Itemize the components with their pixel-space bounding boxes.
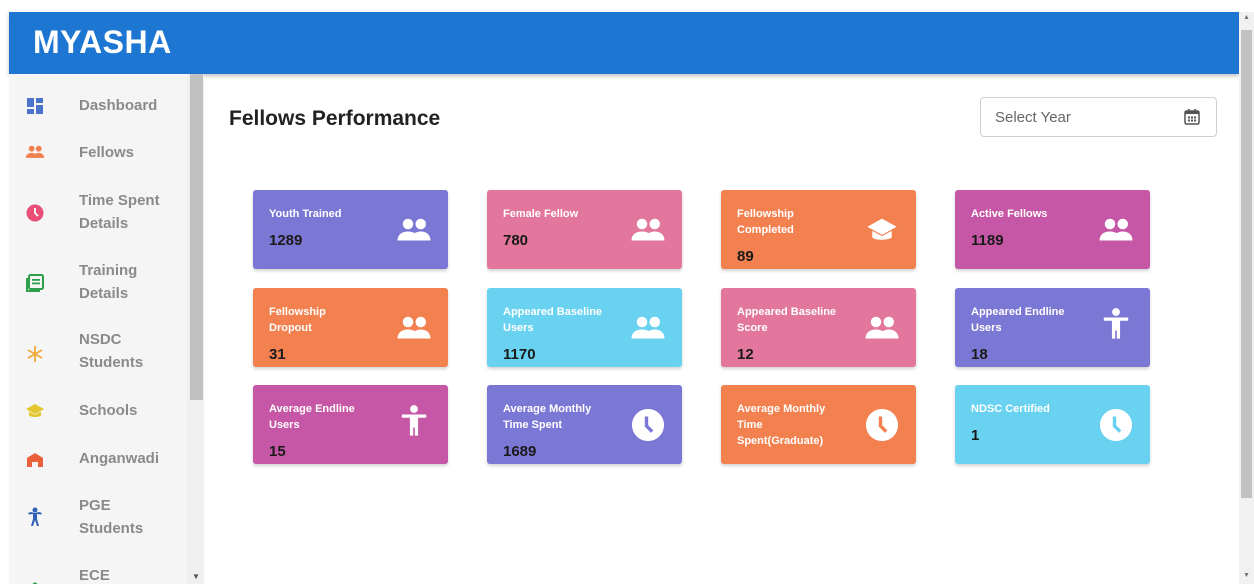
card-label: Fellowship Dropout <box>269 306 326 334</box>
clock-icon <box>630 407 666 443</box>
person-icon <box>1098 306 1134 342</box>
card-value: 780 <box>503 232 529 249</box>
sidebar-item-label: NSDC Students <box>79 331 144 371</box>
sidebar-item-nsdc[interactable]: NSDC Students <box>9 328 187 374</box>
card-label: Average Monthly Time Spent(Graduate) <box>737 403 826 447</box>
people-icon <box>1098 212 1134 248</box>
graduation-cap-icon <box>25 401 45 421</box>
sidebar-item-label: Time Spent Details <box>79 192 160 232</box>
clock-icon <box>1098 407 1134 443</box>
card-label: Average Endline Users <box>269 403 355 431</box>
card-value: 1170 <box>503 346 536 363</box>
card-value: 1689 <box>503 443 537 460</box>
sidebar-item-schools[interactable]: Schools <box>9 399 187 422</box>
sidebar-item-training[interactable]: Training Details <box>9 259 187 305</box>
calendar-icon[interactable] <box>1183 108 1201 126</box>
card-label: Fellowship Completed <box>737 208 794 236</box>
stat-card-fellowship-dropout[interactable]: Fellowship Dropout 31 <box>253 288 448 367</box>
stat-card-active-fellows[interactable]: Active Fellows 1189 <box>955 190 1150 269</box>
snowflake-icon <box>25 344 45 364</box>
select-year-placeholder: Select Year <box>995 109 1071 126</box>
page: MYASHA Dashboard Fellows Time Spent Deta… <box>0 0 1254 584</box>
stat-card-youth-trained[interactable]: Youth Trained 1289 <box>253 190 448 269</box>
sidebar-item-pge[interactable]: PGE Students <box>9 494 187 540</box>
card-label: Appeared Baseline Users <box>503 306 603 334</box>
app-brand[interactable]: MYASHA <box>33 24 172 61</box>
stat-card-female-fellow[interactable]: Female Fellow 780 <box>487 190 682 269</box>
app-header: MYASHA <box>9 12 1239 74</box>
card-value: 1289 <box>269 232 303 249</box>
page-title: Fellows Performance <box>229 107 441 130</box>
stat-card-appeared-baseline-users[interactable]: Appeared Baseline Users 1170 <box>487 288 682 367</box>
sidebar-item-label: Fellows <box>79 144 135 161</box>
card-value: 1 <box>971 427 980 444</box>
sidebar-item-label: Training Details <box>79 262 138 302</box>
people-icon <box>25 142 45 162</box>
sidebar-scrollbar-thumb[interactable] <box>190 74 203 400</box>
card-value: 31 <box>269 346 286 363</box>
stat-card-fellowship-completed[interactable]: Fellowship Completed 89 <box>721 190 916 269</box>
people-icon <box>396 310 432 346</box>
stat-card-appeared-endline-users[interactable]: Appeared Endline Users 18 <box>955 288 1150 367</box>
dashboard-icon <box>25 96 45 116</box>
people-icon <box>864 310 900 346</box>
sidebar: Dashboard Fellows Time Spent Details Tra… <box>9 74 204 584</box>
select-year-input[interactable]: Select Year <box>980 97 1217 137</box>
person-icon <box>25 507 45 527</box>
card-value: 12 <box>737 346 754 363</box>
clock-icon <box>864 407 900 443</box>
stat-card-appeared-baseline-score[interactable]: Appeared Baseline Score 12 <box>721 288 916 367</box>
card-value: 15 <box>269 443 286 460</box>
person-icon <box>396 403 432 439</box>
sidebar-item-dashboard[interactable]: Dashboard <box>9 94 187 117</box>
card-value: 1189 <box>971 232 1004 249</box>
sidebar-item-ece[interactable]: ECE <box>9 564 187 584</box>
scroll-down-arrow-icon[interactable]: ▼ <box>1241 572 1252 579</box>
card-value: 89 <box>737 248 754 265</box>
sidebar-item-anganwadi[interactable]: Anganwadi <box>9 447 187 470</box>
sidebar-item-label: Schools <box>79 402 138 419</box>
people-icon <box>396 212 432 248</box>
sidebar-item-label: ECE <box>79 567 110 584</box>
sidebar-item-label: Anganwadi <box>79 450 160 467</box>
clock-icon <box>25 203 45 223</box>
stat-card-average-monthly-time-spent-graduate[interactable]: Average Monthly Time Spent(Graduate) <box>721 385 916 464</box>
sidebar-item-fellows[interactable]: Fellows <box>9 141 187 164</box>
building-icon <box>25 450 45 470</box>
card-value: 18 <box>971 346 988 363</box>
graduation-cap-icon <box>864 212 900 248</box>
people-icon <box>630 310 666 346</box>
scroll-up-arrow-icon[interactable]: ▲ <box>1241 14 1252 21</box>
sidebar-item-label: PGE Students <box>79 497 144 537</box>
card-label: Youth Trained <box>269 208 342 220</box>
card-label: Active Fellows <box>971 208 1048 220</box>
card-label: Female Fellow <box>503 208 579 220</box>
sidebar-item-label: Dashboard <box>79 97 158 114</box>
card-label: Appeared Baseline Score <box>737 306 837 334</box>
list-icon <box>25 273 45 293</box>
card-label: NDSC Certified <box>971 403 1050 415</box>
sidebar-item-time-spent[interactable]: Time Spent Details <box>9 189 187 235</box>
stat-card-ndsc-certified[interactable]: NDSC Certified 1 <box>955 385 1150 464</box>
people-icon <box>630 212 666 248</box>
main-scrollbar-thumb[interactable] <box>1241 30 1252 498</box>
stat-card-average-monthly-time-spent[interactable]: Average Monthly Time Spent 1689 <box>487 385 682 464</box>
card-label: Appeared Endline Users <box>971 306 1065 334</box>
card-label: Average Monthly Time Spent <box>503 403 592 431</box>
scroll-down-arrow-icon[interactable]: ▼ <box>190 572 202 582</box>
stat-card-average-endline-users[interactable]: Average Endline Users 15 <box>253 385 448 464</box>
